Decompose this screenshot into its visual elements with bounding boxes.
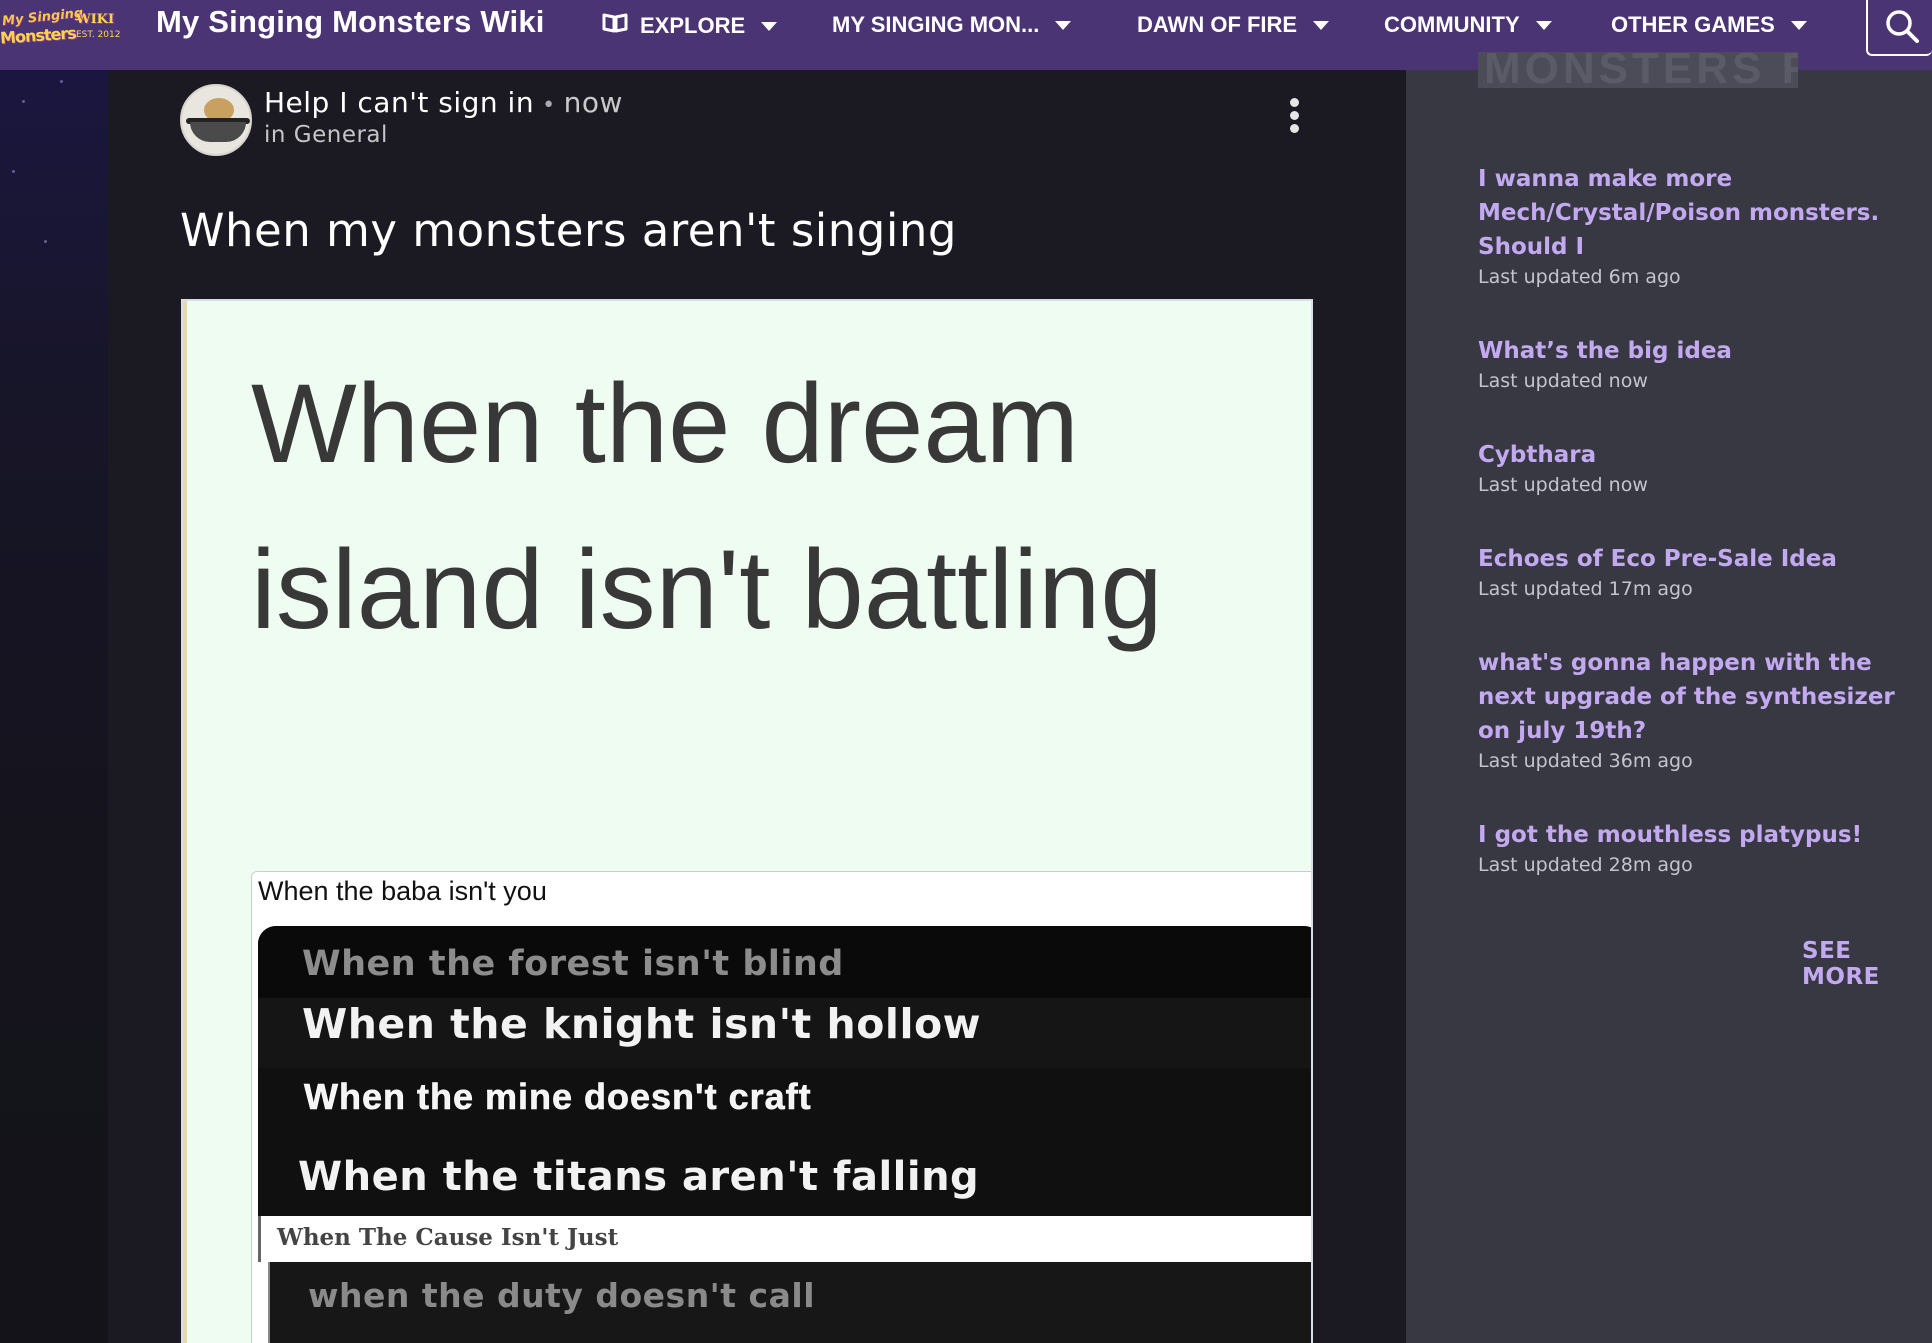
post-title[interactable]: Help I can't sign in [264, 86, 534, 119]
feed-item[interactable]: I wanna make more Mech/Crystal/Poison mo… [1478, 162, 1918, 288]
feed-item[interactable]: What’s the big idea Last updated now [1478, 334, 1918, 392]
meme-line: When The Cause Isn't Just [277, 1224, 619, 1251]
nav-explore-label: EXPLORE [640, 13, 746, 38]
avatar-tub [190, 122, 246, 142]
nav-my-singing-monsters-label: MY SINGING MON... [832, 12, 1040, 37]
see-more-link[interactable]: SEE MORE [1802, 938, 1932, 990]
meme-white-strip: When The Cause Isn't Just [258, 1216, 1311, 1262]
nav-dawn-of-fire[interactable]: DAWN OF FIRE [1137, 12, 1330, 38]
feed-heading: MONSTERS FEED [1478, 52, 1798, 88]
nav-community-label: COMMUNITY [1384, 12, 1520, 37]
feed-item-meta: Last updated now [1478, 474, 1648, 496]
meme-inner-card: When the baba isn't you When the forest … [251, 871, 1311, 1343]
feed-heading-text: MONSTERS FEED [1484, 52, 1798, 88]
post-separator: • [542, 93, 556, 118]
feed-item-title[interactable]: I got the mouthless platypus! [1478, 818, 1918, 852]
post-timestamp: now [563, 86, 623, 119]
chevron-down-icon [1313, 20, 1330, 30]
meme-dark-panel: When the forest isn't blind When the kni… [258, 926, 1311, 1216]
chevron-down-icon [1790, 20, 1807, 30]
background-star [44, 240, 47, 243]
logo-text-line4: EST. 2012 [76, 30, 121, 40]
meme-caption: When the baba isn't you [258, 876, 547, 906]
meme-dark-panel-bottom: when the duty doesn't call [268, 1262, 1311, 1343]
feed-item-title[interactable]: I wanna make more Mech/Crystal/Poison mo… [1478, 162, 1918, 264]
post-title-line: Help I can't sign in • now [264, 86, 623, 119]
site-title-link[interactable]: My Singing Monsters Wiki [156, 4, 545, 40]
feed-item-meta: Last updated 6m ago [1478, 266, 1681, 288]
feed-item-title[interactable]: what's gonna happen with the next upgrad… [1478, 646, 1918, 748]
feed-item[interactable]: Echoes of Eco Pre-Sale Idea Last updated… [1478, 542, 1918, 600]
chevron-down-icon [761, 21, 778, 31]
feed-item-title[interactable]: Echoes of Eco Pre-Sale Idea [1478, 542, 1918, 576]
feed-item-meta: Last updated 28m ago [1478, 854, 1693, 876]
feed-item-meta: Last updated 17m ago [1478, 578, 1693, 600]
meme-line: When the titans aren't falling [298, 1154, 980, 1200]
meme-line: when the duty doesn't call [308, 1276, 816, 1315]
feed-item[interactable]: I got the mouthless platypus! Last updat… [1478, 818, 1918, 876]
feed-item[interactable]: Cybthara Last updated now [1478, 438, 1918, 496]
chevron-down-icon [1055, 20, 1072, 30]
search-button[interactable] [1866, 0, 1932, 56]
logo-text-line3: WIKI [76, 12, 115, 27]
nav-dawn-of-fire-label: DAWN OF FIRE [1137, 12, 1298, 37]
post-heading: When my monsters aren't singing [180, 204, 957, 257]
background-star [22, 100, 25, 103]
feed-item-meta: Last updated 36m ago [1478, 750, 1693, 772]
post-image[interactable]: When the dream island isn't battling Whe… [181, 299, 1313, 1343]
feed-item-title[interactable]: What’s the big idea [1478, 334, 1918, 368]
meme-line: When the mine doesn't craft [304, 1076, 812, 1118]
search-icon [1886, 10, 1919, 43]
meme-big-text: When the dream island isn't battling [251, 361, 1163, 652]
nav-explore[interactable]: EXPLORE [602, 12, 778, 40]
more-options-icon[interactable] [1288, 98, 1300, 138]
nav-other-games[interactable]: OTHER GAMES [1611, 12, 1807, 38]
post-category[interactable]: in General [264, 122, 388, 148]
explore-icon [602, 12, 628, 40]
feed-item[interactable]: what's gonna happen with the next upgrad… [1478, 646, 1918, 772]
meme-line: When the forest isn't blind [302, 944, 844, 984]
background-star [12, 170, 15, 173]
nav-community[interactable]: COMMUNITY [1384, 12, 1552, 38]
logo-text-line2: Monsters [0, 23, 77, 48]
author-avatar[interactable] [180, 84, 252, 156]
background-star [60, 80, 63, 83]
image-edge [183, 301, 187, 1343]
wiki-logo[interactable]: My Singing Monsters WIKI EST. 2012 [0, 6, 124, 48]
feed-item-title[interactable]: Cybthara [1478, 438, 1918, 472]
chevron-down-icon [1535, 20, 1552, 30]
page-background-left [0, 70, 108, 1343]
feed-item-meta: Last updated now [1478, 370, 1648, 392]
nav-other-games-label: OTHER GAMES [1611, 12, 1775, 37]
meme-line: When the knight isn't hollow [302, 1000, 982, 1048]
nav-my-singing-monsters[interactable]: MY SINGING MON... [832, 12, 1072, 38]
